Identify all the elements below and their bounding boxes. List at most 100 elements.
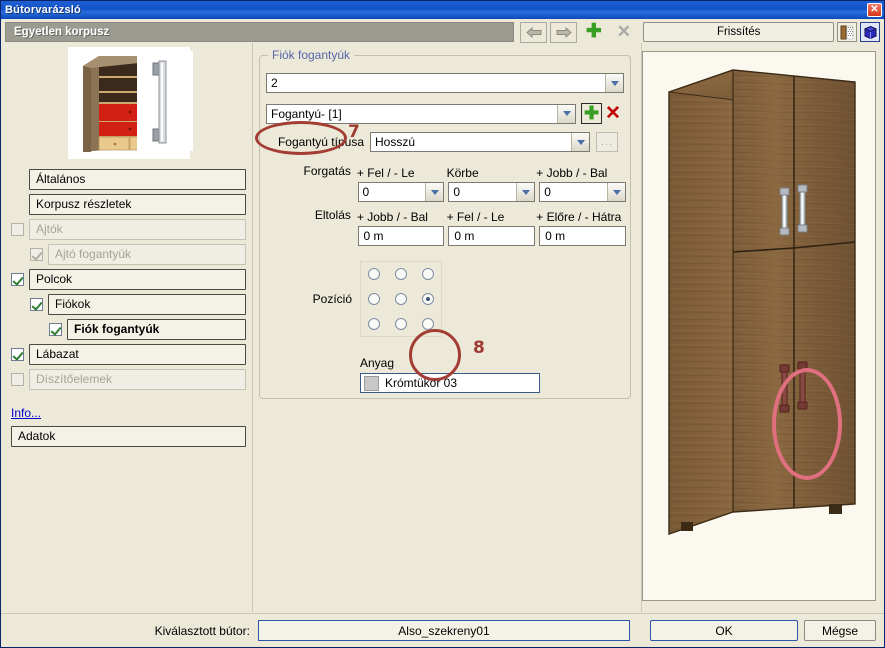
groupbox-title: Fiók fogantyúk <box>268 48 355 62</box>
arrow-left-icon <box>526 26 542 38</box>
selected-furniture-field[interactable]: Also_szekreny01 <box>258 620 630 641</box>
data-button-wrap: Adatok <box>5 426 252 447</box>
position-radio-7[interactable] <box>394 317 407 330</box>
sidebar-tree: Általános Korpusz részletek Ajtók Ajtó f… <box>5 169 252 390</box>
handle-type-combo[interactable]: Hosszú <box>370 132 590 152</box>
sidebar-item-label[interactable]: Díszítőelemek <box>29 369 246 390</box>
handle-instance-value: Fogantyú- [1] <box>271 106 342 121</box>
sidebar-item-label[interactable]: Ajtó fogantyúk <box>48 244 246 265</box>
annotation-number-7: 7 <box>348 122 360 142</box>
remove-handle-button[interactable]: ✕ <box>602 103 624 124</box>
close-x-icon: ✕ <box>616 22 631 41</box>
rotation-field-2-combo[interactable]: 0 <box>539 182 627 202</box>
rotation-label: Forgatás <box>303 164 351 178</box>
position-radio-1[interactable] <box>394 268 407 281</box>
handle-type-value: Hosszú <box>375 135 416 149</box>
back-button[interactable] <box>520 21 548 43</box>
position-radio-8[interactable] <box>421 317 434 330</box>
offset-field-1-input[interactable]: 0 m <box>448 226 536 246</box>
sidebar-item-polcok[interactable]: Polcok <box>11 269 246 290</box>
close-icon[interactable]: ✕ <box>867 3 882 17</box>
sidebar-item-fiokok[interactable]: Fiókok <box>30 294 246 315</box>
add-handle-button[interactable]: ✚ <box>581 103 602 124</box>
handle-type-more-button[interactable]: ... <box>596 132 618 152</box>
left-column: Általános Korpusz részletek Ajtók Ajtó f… <box>5 43 252 612</box>
sidebar-item-korpusz-reszletek[interactable]: Korpusz részletek <box>11 194 246 215</box>
handle-count-value: 2 <box>271 76 278 90</box>
footer-bar: Kiválasztott bútor: Also_szekreny01 OK M… <box>1 613 884 647</box>
offset-field-2-input[interactable]: 0 m <box>539 226 626 246</box>
rotation-field-0-combo[interactable]: 0 <box>357 182 445 202</box>
handle-count-combo[interactable]: 2 <box>266 73 624 93</box>
furniture-wizard-dialog: Bútorvarázsló ✕ Egyetlen korpusz ✚ ✕ Fri… <box>0 0 885 648</box>
annotation-number-8: 8 <box>473 338 485 358</box>
rotation-field-1-label: Körbe <box>446 166 479 180</box>
offset-field-0-input[interactable]: 0 m <box>357 226 445 246</box>
sidebar-item-label[interactable]: Fiók fogantyúk <box>67 319 246 340</box>
sidebar-item-label[interactable]: Általános <box>29 169 246 190</box>
rotation-field-0-value: 0 <box>362 185 370 199</box>
offset-field-1-label: + Fel / - Le <box>446 210 505 224</box>
checkbox-fiokok[interactable] <box>30 298 43 311</box>
sidebar-item-ajtok[interactable]: Ajtók <box>11 219 246 240</box>
position-radio-0[interactable] <box>368 268 381 281</box>
delete-button[interactable]: ✕ <box>610 21 638 43</box>
window-title: Bútorvarázsló <box>5 4 81 16</box>
checkbox-diszitoelemek[interactable] <box>11 373 24 386</box>
checkbox-labazat[interactable] <box>11 348 24 361</box>
nav-buttons: ✚ ✕ <box>520 21 638 43</box>
position-radio-grid <box>360 261 442 337</box>
plus-icon: ✚ <box>585 21 602 42</box>
info-link[interactable]: Info... <box>11 406 41 420</box>
dialog-body: Általános Korpusz részletek Ajtók Ajtó f… <box>1 43 884 612</box>
chevron-down-icon[interactable] <box>425 183 444 201</box>
rotation-field-2-value: 0 <box>544 185 551 199</box>
cancel-button[interactable]: Mégse <box>804 620 876 641</box>
sidebar-item-diszitoelemek[interactable]: Díszítőelemek <box>11 369 246 390</box>
thumbnail-area <box>5 47 252 169</box>
sidebar-item-altalanos[interactable]: Általános <box>11 169 246 190</box>
checkbox-fiok-fogantyuk[interactable] <box>49 323 62 336</box>
sidebar-item-ajto-fogantyuk[interactable]: Ajtó fogantyúk <box>30 244 246 265</box>
position-radio-3[interactable] <box>368 292 381 305</box>
handle-instance-combo[interactable]: Fogantyú- [1] <box>266 103 576 124</box>
data-button[interactable]: Adatok <box>11 426 246 447</box>
sidebar-item-label[interactable]: Fiókok <box>48 294 246 315</box>
position-radio-5[interactable] <box>421 292 434 305</box>
sidebar-item-label[interactable]: Korpusz részletek <box>29 194 246 215</box>
door-texture-icon[interactable] <box>837 22 857 42</box>
drawer-handles-groupbox: Fiók fogantyúk 2 Fogantyú- [1] ✚ ✕ Fogan… <box>259 48 631 399</box>
sidebar-item-label[interactable]: Polcok <box>29 269 246 290</box>
sidebar-item-labazat[interactable]: Lábazat <box>11 344 246 365</box>
title-bar: Bútorvarázsló ✕ <box>1 1 884 19</box>
properties-panel: Fiók fogantyúk 2 Fogantyú- [1] ✚ ✕ Fogan… <box>252 43 642 612</box>
checkbox-ajtok[interactable] <box>11 223 24 236</box>
add-button[interactable]: ✚ <box>580 21 608 43</box>
refresh-button[interactable]: Frissítés <box>643 22 834 42</box>
material-swatch <box>364 375 379 391</box>
chevron-down-icon[interactable] <box>557 104 575 123</box>
handle-thumbnail <box>137 51 193 151</box>
chevron-down-icon[interactable] <box>516 183 535 201</box>
sidebar-item-label[interactable]: Lábazat <box>29 344 246 365</box>
rotation-field-2-label: + Jobb / - Bal <box>536 166 608 180</box>
chevron-down-icon[interactable] <box>571 133 589 151</box>
ok-button[interactable]: OK <box>650 620 798 641</box>
rotation-field-1-combo[interactable]: 0 <box>448 182 536 202</box>
checkbox-ajto-fogantyuk[interactable] <box>30 248 43 261</box>
chevron-down-icon[interactable] <box>605 74 623 92</box>
position-radio-4[interactable] <box>394 292 407 305</box>
cabinet-3d-view[interactable] <box>642 51 876 601</box>
sidebar-item-label[interactable]: Ajtók <box>29 219 246 240</box>
forward-button[interactable] <box>550 21 578 43</box>
material-field[interactable]: Krómtükör 03 <box>360 373 540 393</box>
position-radio-6[interactable] <box>368 317 381 330</box>
offset-label: Eltolás <box>314 208 351 222</box>
cube-3d-icon[interactable] <box>860 22 880 42</box>
checkbox-polcok[interactable] <box>11 273 24 286</box>
position-radio-2[interactable] <box>421 268 434 281</box>
chevron-down-icon[interactable] <box>607 183 626 201</box>
sidebar-item-fiok-fogantyuk[interactable]: Fiók fogantyúk <box>49 319 246 340</box>
page-title: Egyetlen korpusz <box>5 22 515 42</box>
offset-field-2-label: + Előre / - Hátra <box>536 210 622 224</box>
